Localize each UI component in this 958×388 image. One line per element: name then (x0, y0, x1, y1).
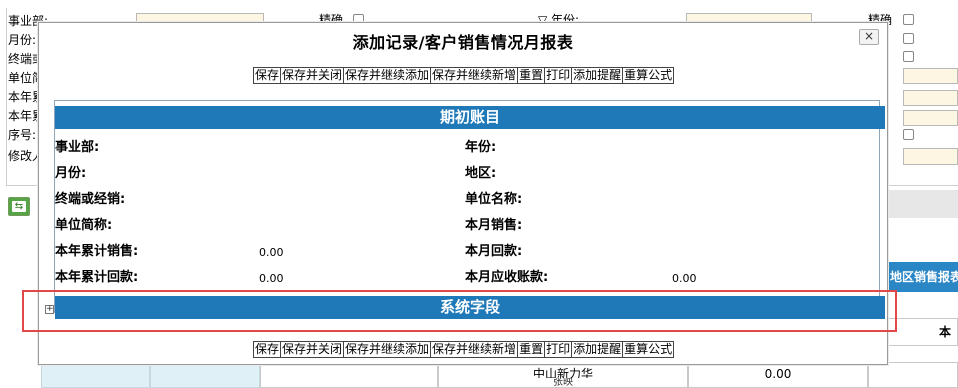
save-and-continue-add-button-bottom[interactable]: 保存并继续添加 (343, 341, 431, 358)
bg-grid-header: 地区销售报表 (888, 262, 958, 292)
field-label-month-receivable: 本月应收账款: (465, 270, 549, 285)
bg-checkbox-row2[interactable] (903, 33, 914, 44)
recalculate-button-bottom[interactable]: 重算公式 (622, 341, 675, 358)
print-button[interactable]: 打印 (544, 67, 572, 84)
dialog-title: 添加记录/客户销售情况月报表 (352, 33, 574, 52)
bg-cell-blank (260, 362, 438, 388)
bg-exact-checkbox-2[interactable] (903, 14, 914, 25)
section-system-fields[interactable]: 系统字段 (55, 296, 885, 319)
refresh-button[interactable]: ⇆ (8, 197, 30, 216)
field-value-year-payment: 0.00 (259, 272, 284, 285)
field-label-unit-name: 单位名称: (465, 192, 523, 207)
bg-cell-end (868, 362, 958, 388)
bg-checkbox-row7[interactable] (903, 129, 914, 140)
field-label-month-sales: 本月销售: (465, 218, 523, 233)
refresh-icon: ⇆ (12, 201, 26, 212)
bg-input-row4[interactable] (903, 68, 958, 84)
bg-grid-subheader: 本 (888, 318, 958, 346)
field-label-unit-short: 单位简称: (55, 218, 113, 233)
bg-input-row8[interactable] (903, 148, 958, 165)
bg-panel-border-left (6, 8, 7, 186)
field-label-terminal: 终端或经销: (55, 192, 126, 207)
field-label-month: 月份: (55, 166, 87, 181)
save-and-continue-add-button[interactable]: 保存并继续添加 (343, 67, 431, 84)
field-label-year-payment: 本年累计回款: (55, 270, 139, 285)
field-label-month-payment: 本月回款: (465, 244, 523, 259)
bottom-toolbar: 保存 保存并关闭 保存并继续添加 保存并继续新增 重置 打印 添加提醒 重算公式 (253, 341, 675, 358)
reset-button[interactable]: 重置 (517, 67, 545, 84)
section-opening-accounts[interactable]: 期初账目 (55, 106, 885, 129)
top-toolbar: 保存 保存并关闭 保存并继续添加 保存并继续新增 重置 打印 添加提醒 重算公式 (253, 67, 675, 84)
field-value-year-sales: 0.00 (259, 246, 284, 259)
field-value-month-receivable: 0.00 (672, 272, 697, 285)
bg-label-serial: 序号: (8, 128, 37, 142)
bg-cell-cyan-2 (150, 362, 260, 388)
save-and-continue-new-button[interactable]: 保存并继续新增 (430, 67, 518, 84)
bg-checkbox-row3[interactable] (903, 51, 914, 62)
close-icon[interactable]: × (859, 29, 879, 45)
expand-icon[interactable]: + (45, 305, 54, 314)
print-button-bottom[interactable]: 打印 (544, 341, 572, 358)
field-label-year-sales: 本年累计销售: (55, 244, 139, 259)
field-label-region: 地区: (465, 166, 497, 181)
bg-label-month: 月份: (8, 33, 37, 47)
save-and-close-button-bottom[interactable]: 保存并关闭 (280, 341, 344, 358)
add-record-dialog: 添加记录/客户销售情况月报表 × 保存 保存并关闭 保存并继续添加 保存并继续新… (38, 22, 888, 365)
add-reminder-button-bottom[interactable]: 添加提醒 (571, 341, 623, 358)
bg-toolbar-band (888, 190, 958, 218)
save-and-continue-new-button-bottom[interactable]: 保存并继续新增 (430, 341, 518, 358)
reset-button-bottom[interactable]: 重置 (517, 341, 545, 358)
add-reminder-button[interactable]: 添加提醒 (571, 67, 623, 84)
field-label-year: 年份: (465, 140, 497, 155)
bg-input-row5[interactable] (903, 90, 958, 106)
field-label-division: 事业部: (55, 140, 100, 155)
bg-cell-cyan-1 (41, 362, 150, 388)
save-and-close-button[interactable]: 保存并关闭 (280, 67, 344, 84)
bg-cell-amount: 0.00 (688, 362, 868, 388)
bg-cell-next: 张映 (438, 378, 688, 388)
save-button-bottom[interactable]: 保存 (253, 341, 281, 358)
bg-input-row6[interactable] (903, 110, 958, 126)
save-button[interactable]: 保存 (253, 67, 281, 84)
recalculate-button[interactable]: 重算公式 (622, 67, 675, 84)
